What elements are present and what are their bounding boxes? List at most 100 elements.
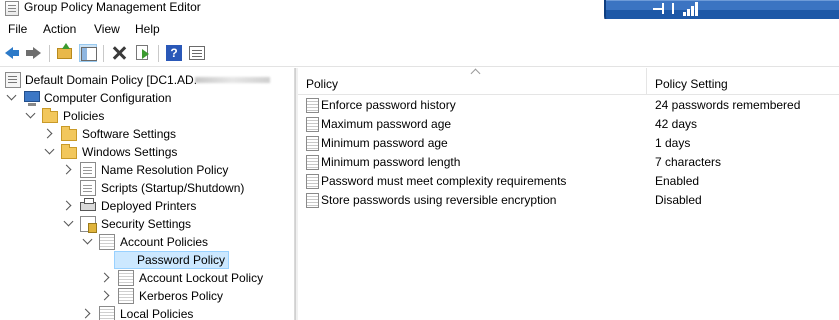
chevron-down-icon[interactable] <box>6 90 17 101</box>
tree-item-label: Policies <box>63 109 105 123</box>
gpo-icon <box>5 72 21 88</box>
chevron-right-icon[interactable] <box>99 272 110 283</box>
tree-item-default-domain-policy[interactable]: Default Domain Policy [DC1.AD. <box>0 71 294 89</box>
tree-item-kerberos-policy[interactable]: Kerberos Policy <box>0 287 294 305</box>
menu-view[interactable]: View <box>94 22 120 36</box>
forward-icon <box>26 47 41 59</box>
tree-item-label: Kerberos Policy <box>139 289 224 303</box>
export-list-button[interactable] <box>134 44 152 62</box>
delete-icon <box>111 45 127 61</box>
toolbar-separator <box>158 45 159 62</box>
document-icon <box>80 180 96 196</box>
tree-item-label: Account Lockout Policy <box>139 271 264 285</box>
chevron-right-icon[interactable] <box>99 290 110 301</box>
back-button[interactable] <box>4 44 22 62</box>
forward-button[interactable] <box>25 44 43 62</box>
policy-setting-icon <box>306 193 319 208</box>
policy-value: 42 days <box>655 117 698 131</box>
tree-item-scripts[interactable]: Scripts (Startup/Shutdown) <box>0 179 294 197</box>
tree-item-label: Software Settings <box>82 127 177 141</box>
properties-icon <box>189 46 205 60</box>
policy-value: Enabled <box>655 174 700 188</box>
policy-icon <box>99 306 115 320</box>
show-hide-tree-button[interactable] <box>79 44 97 62</box>
chevron-right-icon[interactable] <box>42 128 53 139</box>
policy-icon <box>118 288 134 304</box>
tree-item-windows-settings[interactable]: Windows Settings <box>0 143 294 161</box>
tree-item-policies[interactable]: Policies <box>0 107 294 125</box>
tree-item-label: Deployed Printers <box>101 199 197 213</box>
console-tree[interactable]: Default Domain Policy [DC1.AD. Computer … <box>0 68 295 320</box>
chevron-down-icon[interactable] <box>25 108 36 119</box>
show-hide-tree-icon <box>81 47 97 61</box>
column-header-policy[interactable]: Policy <box>298 68 647 95</box>
computer-icon <box>24 91 40 106</box>
toolbar-separator <box>49 45 50 62</box>
tree-item-software-settings[interactable]: Software Settings <box>0 125 294 143</box>
delete-button[interactable] <box>110 44 128 62</box>
pin-icon[interactable] <box>653 2 674 16</box>
policy-setting-icon <box>306 174 319 189</box>
printer-icon <box>80 198 96 211</box>
tree-item-local-policies[interactable]: Local Policies <box>0 305 294 320</box>
policy-value: Disabled <box>655 193 702 207</box>
policy-icon <box>118 270 134 286</box>
tree-item-label: Local Policies <box>120 307 194 320</box>
help-icon: ? <box>166 45 182 61</box>
properties-button[interactable] <box>188 44 206 62</box>
folder-icon <box>42 108 58 123</box>
column-header-label: Policy Setting <box>655 77 728 91</box>
policy-name: Enforce password history <box>321 98 456 112</box>
toolbar: ? <box>0 41 839 67</box>
menu-file[interactable]: File <box>8 22 27 36</box>
tree-item-label: Default Domain Policy [DC1.AD. <box>25 73 198 87</box>
tree-item-label: Account Policies <box>120 235 209 249</box>
policy-name: Password must meet complexity requiremen… <box>321 174 567 188</box>
policy-name: Minimum password age <box>321 136 448 150</box>
tree-item-label: Windows Settings <box>82 145 178 159</box>
tree-item-label: Name Resolution Policy <box>101 163 229 177</box>
up-one-level-button[interactable] <box>56 43 74 62</box>
tree-item-computer-configuration[interactable]: Computer Configuration <box>0 89 294 107</box>
policy-setting-icon <box>306 117 319 132</box>
chevron-down-icon[interactable] <box>44 144 55 155</box>
folder-icon <box>61 144 77 159</box>
chevron-down-icon[interactable] <box>63 216 74 227</box>
export-list-icon <box>136 45 149 60</box>
table-row[interactable]: Store passwords using reversible encrypt… <box>298 191 839 210</box>
folder-icon <box>61 126 77 141</box>
up-folder-icon <box>57 43 72 59</box>
chevron-down-icon[interactable] <box>82 234 93 245</box>
sort-ascending-icon <box>470 68 481 79</box>
policy-name: Store passwords using reversible encrypt… <box>321 193 557 207</box>
policy-value: 7 characters <box>655 155 722 169</box>
help-button[interactable]: ? <box>165 44 183 62</box>
policy-value: 24 passwords remembered <box>655 98 801 112</box>
tree-item-name-resolution-policy[interactable]: Name Resolution Policy <box>0 161 294 179</box>
table-row[interactable]: Minimum password length 7 characters <box>298 153 839 172</box>
tree-item-password-policy[interactable]: Password Policy <box>0 251 294 269</box>
chevron-right-icon[interactable] <box>61 200 72 211</box>
tree-item-account-lockout-policy[interactable]: Account Lockout Policy <box>0 269 294 287</box>
tree-item-security-settings[interactable]: Security Settings <box>0 215 294 233</box>
tree-item-account-policies[interactable]: Account Policies <box>0 233 294 251</box>
redacted-text <box>195 77 270 83</box>
tree-item-label: Security Settings <box>101 217 192 231</box>
chevron-right-icon[interactable] <box>61 164 72 175</box>
table-row[interactable]: Password must meet complexity requiremen… <box>298 172 839 191</box>
app-icon <box>5 1 19 16</box>
table-row[interactable]: Maximum password age 42 days <box>298 115 839 134</box>
policy-name: Minimum password length <box>321 155 461 169</box>
menu-action[interactable]: Action <box>43 22 76 36</box>
toolbar-separator <box>103 45 104 62</box>
connection-signal-icon <box>683 2 699 16</box>
table-row[interactable]: Minimum password age 1 days <box>298 134 839 153</box>
policy-setting-icon <box>306 155 319 170</box>
column-header-policy-setting[interactable]: Policy Setting <box>647 68 839 95</box>
chevron-right-icon[interactable] <box>80 308 91 319</box>
menu-bar: File Action View Help <box>0 19 839 40</box>
menu-help[interactable]: Help <box>135 22 160 36</box>
document-icon <box>80 162 96 178</box>
tree-item-deployed-printers[interactable]: Deployed Printers <box>0 197 294 215</box>
table-row[interactable]: Enforce password history 24 passwords re… <box>298 96 839 115</box>
